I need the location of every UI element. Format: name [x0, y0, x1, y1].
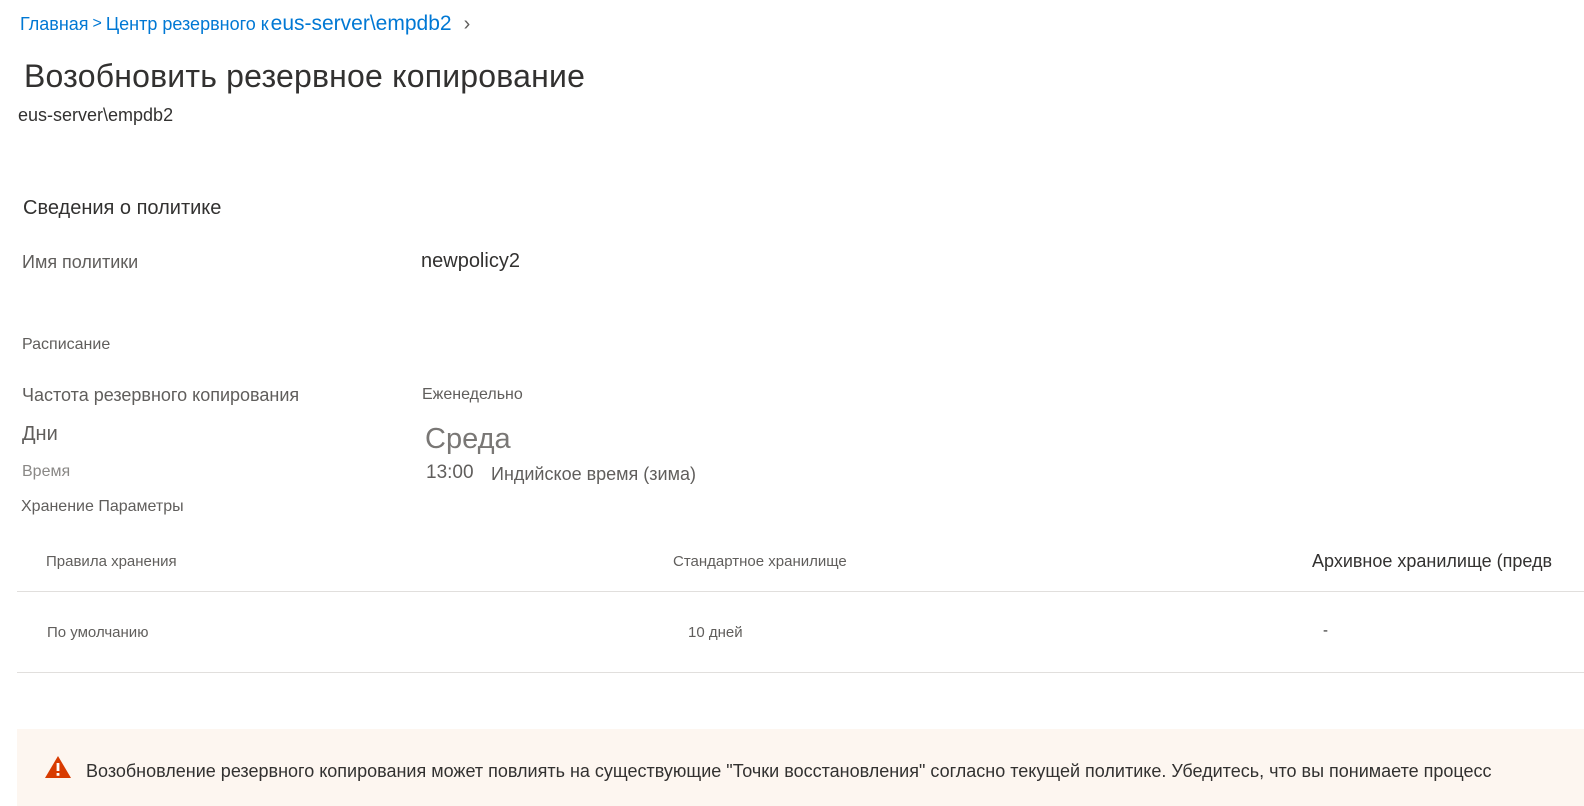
chevron-right-icon: ›: [463, 12, 471, 35]
days-value: Среда: [425, 423, 511, 455]
policy-name-label: Имя политики: [22, 252, 139, 272]
backup-frequency-value: Еженедельно: [422, 386, 523, 403]
backup-frequency-label: Частота резервного копирования: [22, 385, 300, 405]
retention-table: Правила хранения Стандартное хранилище А…: [17, 537, 1584, 673]
warning-text: Возобновление резервного копирования мож…: [86, 761, 1492, 781]
page-title: Возобновить резервное копирование: [24, 58, 586, 94]
retention-settings-label: Хранение Параметры: [21, 498, 184, 515]
warning-icon: [45, 756, 71, 778]
resume-backup-page: Главная > Центр резервного к eus-server\…: [0, 0, 1584, 806]
time-value: 13:00: [426, 462, 474, 483]
breadcrumb: Главная > Центр резервного к eus-server\…: [20, 12, 470, 36]
policy-name-value: newpolicy2: [421, 250, 520, 272]
breadcrumb-separator: >: [92, 15, 102, 32]
archive-storage-cell: -: [1323, 622, 1328, 639]
warning-message-bar: Возобновление резервного копирования мож…: [17, 729, 1584, 806]
table-row: По умолчанию 10 дней -: [17, 592, 1584, 673]
breadcrumb-home-link[interactable]: Главная: [20, 14, 89, 35]
page-subtitle: eus-server\empdb2: [18, 105, 174, 125]
column-header-standard-storage: Стандартное хранилище: [673, 553, 847, 570]
standard-storage-cell: 10 дней: [688, 624, 743, 641]
column-header-retention-rules: Правила хранения: [46, 553, 177, 570]
timezone-value: Индийское время (зима): [491, 464, 696, 484]
column-header-archive-storage: Архивное хранилище (предв: [1312, 551, 1553, 571]
table-header-row: Правила хранения Стандартное хранилище А…: [17, 537, 1584, 592]
policy-details-heading: Сведения о политике: [23, 197, 222, 219]
breadcrumb-backup-center-link[interactable]: Центр резервного к: [106, 14, 269, 35]
time-label: Время: [22, 463, 71, 480]
retention-rule-cell: По умолчанию: [47, 624, 149, 641]
breadcrumb-current-item[interactable]: eus-server\empdb2: [271, 12, 452, 36]
days-label: Дни: [22, 423, 58, 445]
schedule-label: Расписание: [22, 336, 111, 353]
